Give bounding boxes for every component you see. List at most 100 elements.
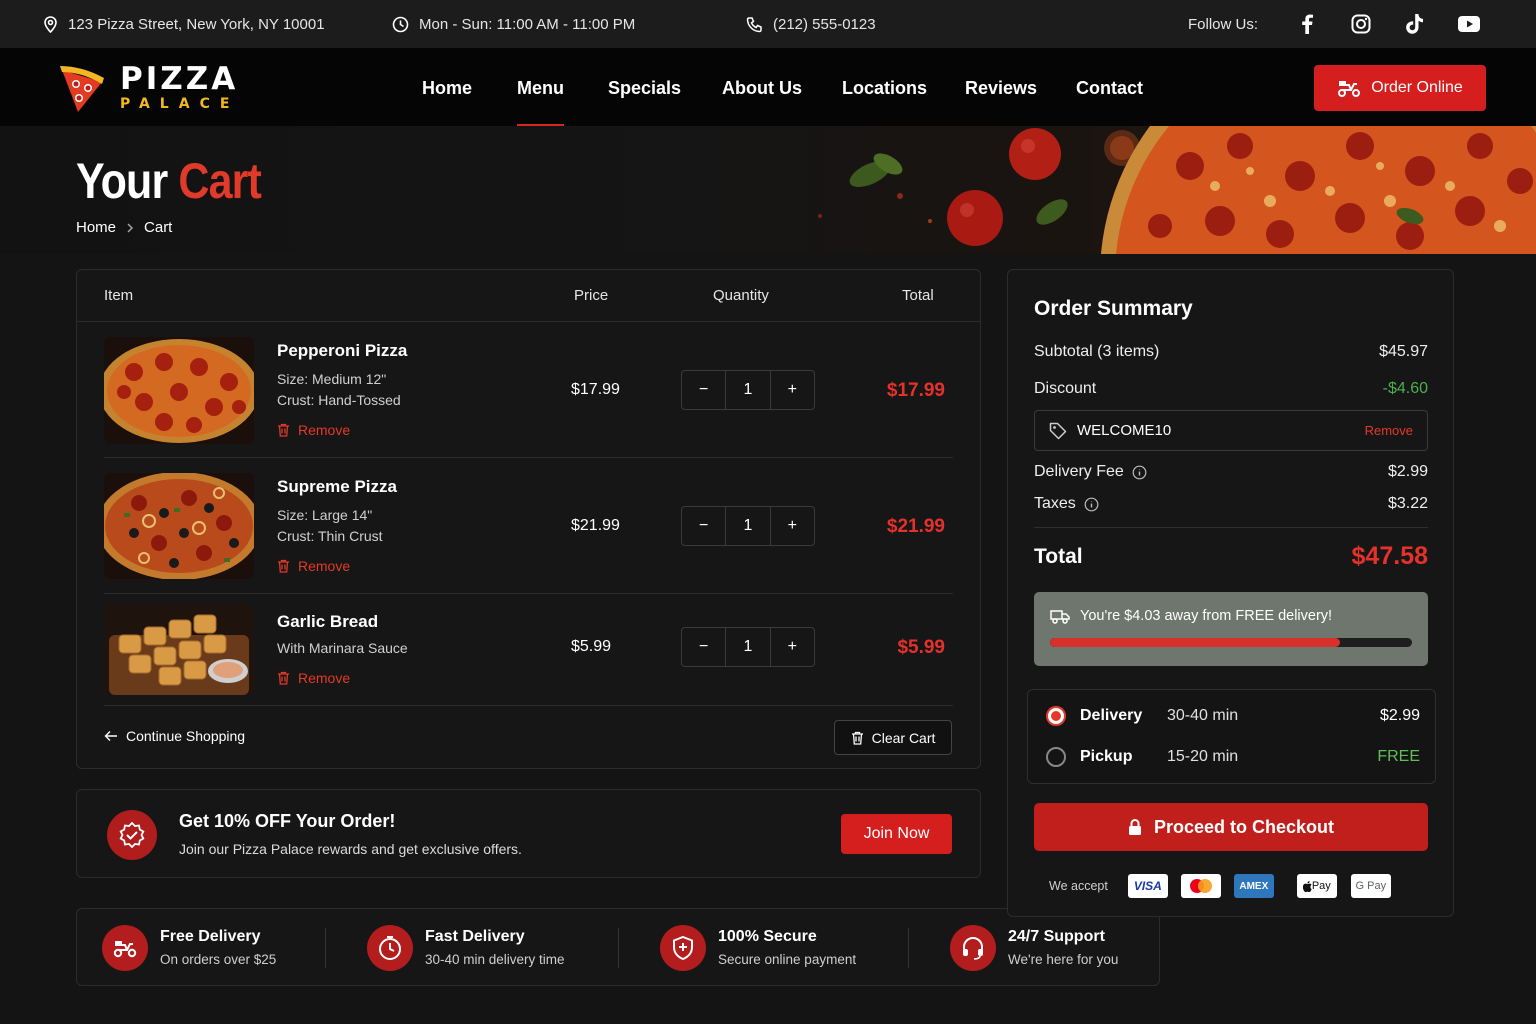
item-detail: Size: Large 14" bbox=[277, 507, 373, 523]
item-detail: Crust: Hand-Tossed bbox=[277, 392, 401, 408]
nav-item-contact[interactable]: Contact bbox=[1076, 78, 1143, 99]
phone-info[interactable]: (212) 555-0123 bbox=[746, 0, 876, 48]
main-navigation: PIZZA PALACE Home Menu Specials About Us… bbox=[0, 48, 1536, 127]
instagram-icon[interactable] bbox=[1334, 14, 1388, 34]
quantity-value[interactable]: 1 bbox=[725, 371, 769, 409]
scooter-icon bbox=[1338, 81, 1361, 97]
remove-coupon-button[interactable]: Remove bbox=[1365, 423, 1413, 438]
apple-pay-label: Pay bbox=[1311, 880, 1331, 892]
total-line: Total $47.58 bbox=[1034, 542, 1428, 571]
brand-logo[interactable]: PIZZA PALACE bbox=[56, 62, 239, 114]
total-value: $47.58 bbox=[1351, 542, 1428, 570]
trash-icon bbox=[851, 731, 863, 745]
subtotal-label: Subtotal (3 items) bbox=[1034, 343, 1160, 360]
delivery-radio[interactable] bbox=[1046, 706, 1066, 726]
delivery-fee-label: Delivery Fee bbox=[1034, 463, 1124, 480]
nav-item-menu[interactable]: Menu bbox=[517, 78, 564, 127]
trash-icon bbox=[278, 423, 289, 437]
feature-title: Fast Delivery bbox=[425, 928, 525, 945]
remove-label: Remove bbox=[298, 422, 351, 438]
progress-bar-fill bbox=[1050, 638, 1340, 647]
info-icon[interactable] bbox=[1084, 497, 1099, 512]
nav-item-home[interactable]: Home bbox=[422, 78, 472, 99]
hero-pizza-image bbox=[818, 126, 1536, 254]
header-item: Item bbox=[104, 287, 134, 304]
accepted-payments: We accept VISA AMEX Pay G Pay bbox=[1049, 874, 1391, 898]
amex-label: AMEX bbox=[1239, 880, 1269, 892]
page-title-red: Cart bbox=[178, 153, 262, 209]
clear-cart-label: Clear Cart bbox=[871, 729, 936, 746]
option-delivery[interactable]: Delivery 30-40 min $2.99 bbox=[1028, 696, 1435, 736]
join-now-button[interactable]: Join Now bbox=[841, 814, 952, 854]
quantity-decrease-button[interactable]: − bbox=[682, 628, 725, 666]
order-online-button[interactable]: Order Online bbox=[1314, 65, 1486, 111]
nav-item-locations[interactable]: Locations bbox=[842, 78, 927, 99]
option-time: 15-20 min bbox=[1167, 748, 1239, 765]
remove-item-button[interactable]: Remove bbox=[277, 422, 350, 438]
feature-subtitle: We're here for you bbox=[1008, 952, 1119, 967]
item-name[interactable]: Pepperoni Pizza bbox=[277, 341, 407, 361]
discount-label: Discount bbox=[1034, 380, 1097, 397]
cart-table: Item Price Quantity Total Pepperoni Pizz… bbox=[76, 269, 981, 769]
quantity-value[interactable]: 1 bbox=[725, 628, 769, 666]
top-info-bar: 123 Pizza Street, New York, NY 10001 Mon… bbox=[0, 0, 1536, 48]
option-pickup[interactable]: Pickup 15-20 min FREE bbox=[1028, 737, 1435, 777]
remove-item-button[interactable]: Remove bbox=[277, 670, 350, 686]
feature-title: 24/7 Support bbox=[1008, 928, 1105, 945]
pickup-radio[interactable] bbox=[1046, 747, 1066, 767]
address-info: 123 Pizza Street, New York, NY 10001 bbox=[43, 0, 325, 48]
hours-info: Mon - Sun: 11:00 AM - 11:00 PM bbox=[392, 0, 635, 48]
quantity-increase-button[interactable]: + bbox=[769, 507, 814, 545]
pizza-slice-logo-icon bbox=[60, 66, 104, 112]
fulfillment-options: Delivery 30-40 min $2.99 Pickup 15-20 mi… bbox=[1027, 689, 1436, 784]
total-label: Total bbox=[1034, 544, 1083, 568]
continue-shopping-link[interactable]: Continue Shopping bbox=[104, 728, 245, 744]
youtube-icon[interactable] bbox=[1442, 16, 1496, 32]
item-name[interactable]: Supreme Pizza bbox=[277, 477, 397, 497]
delivery-truck-icon bbox=[1050, 609, 1070, 624]
feature-title: Free Delivery bbox=[160, 928, 261, 945]
page-title: Your Cart bbox=[76, 152, 262, 210]
quantity-stepper: − 1 + bbox=[681, 370, 815, 410]
item-detail: Crust: Thin Crust bbox=[277, 528, 383, 544]
trash-icon bbox=[278, 559, 289, 573]
proceed-to-checkout-button[interactable]: Proceed to Checkout bbox=[1034, 803, 1428, 851]
discount-badge-icon bbox=[107, 810, 157, 860]
brand-name: PIZZA bbox=[120, 61, 239, 97]
nav-item-about-us[interactable]: About Us bbox=[722, 78, 802, 99]
mastercard-icon bbox=[1180, 874, 1221, 898]
nav-item-reviews[interactable]: Reviews bbox=[965, 78, 1037, 99]
option-price: $2.99 bbox=[1379, 707, 1420, 724]
quantity-increase-button[interactable]: + bbox=[769, 371, 814, 409]
item-total: $17.99 bbox=[886, 380, 945, 401]
feature-divider bbox=[908, 928, 909, 968]
clock-icon bbox=[367, 925, 413, 971]
remove-item-button[interactable]: Remove bbox=[277, 558, 350, 574]
breadcrumb-home[interactable]: Home bbox=[76, 219, 116, 236]
remove-label: Remove bbox=[298, 558, 351, 574]
delivery-fee-value: $2.99 bbox=[1387, 463, 1428, 480]
arrow-left-icon bbox=[104, 731, 117, 741]
accept-label: We accept bbox=[1049, 879, 1108, 893]
quantity-value[interactable]: 1 bbox=[725, 507, 769, 545]
order-online-label: Order Online bbox=[1371, 79, 1463, 96]
quantity-decrease-button[interactable]: − bbox=[682, 371, 725, 409]
promo-title: Get 10% OFF Your Order! bbox=[179, 811, 396, 831]
pepperoni-pizza-image bbox=[104, 337, 254, 444]
phone-icon bbox=[746, 16, 762, 32]
header-quantity: Quantity bbox=[713, 287, 769, 304]
cart-row: Supreme Pizza Size: Large 14" Crust: Thi… bbox=[104, 458, 953, 594]
breadcrumb: Home Cart bbox=[76, 219, 172, 236]
breadcrumb-current: Cart bbox=[144, 219, 173, 236]
facebook-icon[interactable] bbox=[1280, 14, 1334, 34]
quantity-decrease-button[interactable]: − bbox=[682, 507, 725, 545]
feature-divider bbox=[618, 928, 619, 968]
tiktok-icon[interactable] bbox=[1388, 14, 1442, 34]
info-icon[interactable] bbox=[1132, 465, 1147, 480]
item-name[interactable]: Garlic Bread bbox=[277, 612, 378, 632]
nav-item-specials[interactable]: Specials bbox=[608, 78, 681, 99]
free-delivery-progress: You're $4.03 away from FREE delivery! bbox=[1034, 592, 1428, 666]
quantity-increase-button[interactable]: + bbox=[769, 628, 814, 666]
clear-cart-button[interactable]: Clear Cart bbox=[834, 720, 952, 755]
delivery-fee-line: Delivery Fee $2.99 bbox=[1034, 463, 1428, 481]
